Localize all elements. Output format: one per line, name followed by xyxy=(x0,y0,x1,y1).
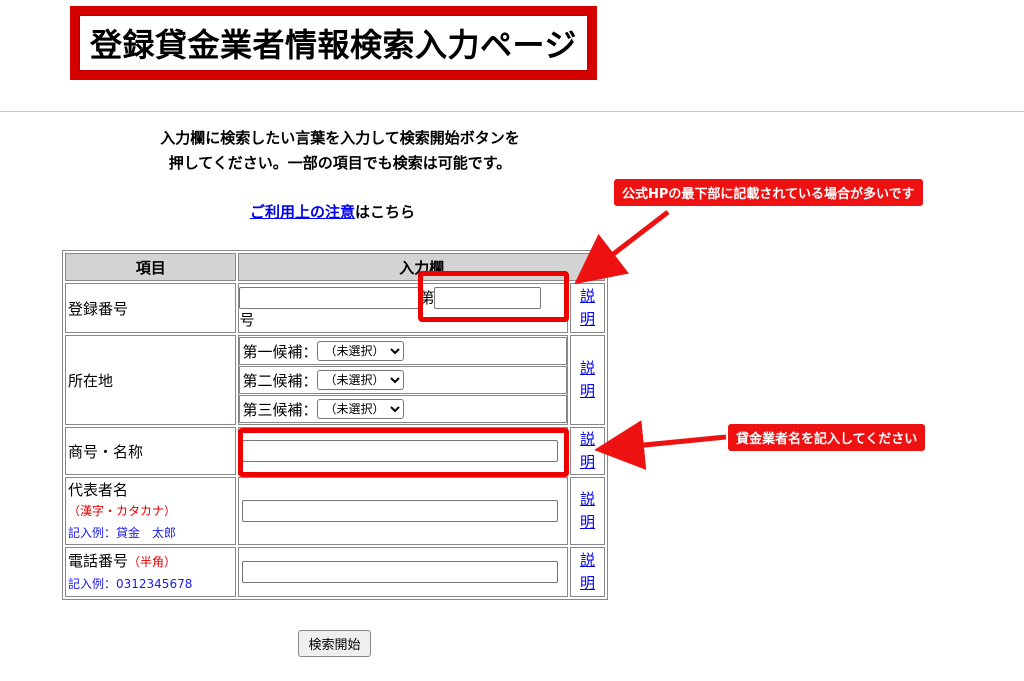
annotation-arrows xyxy=(574,210,727,470)
arrow-to-trade-name xyxy=(594,420,727,470)
arrow-to-registration xyxy=(574,210,670,285)
